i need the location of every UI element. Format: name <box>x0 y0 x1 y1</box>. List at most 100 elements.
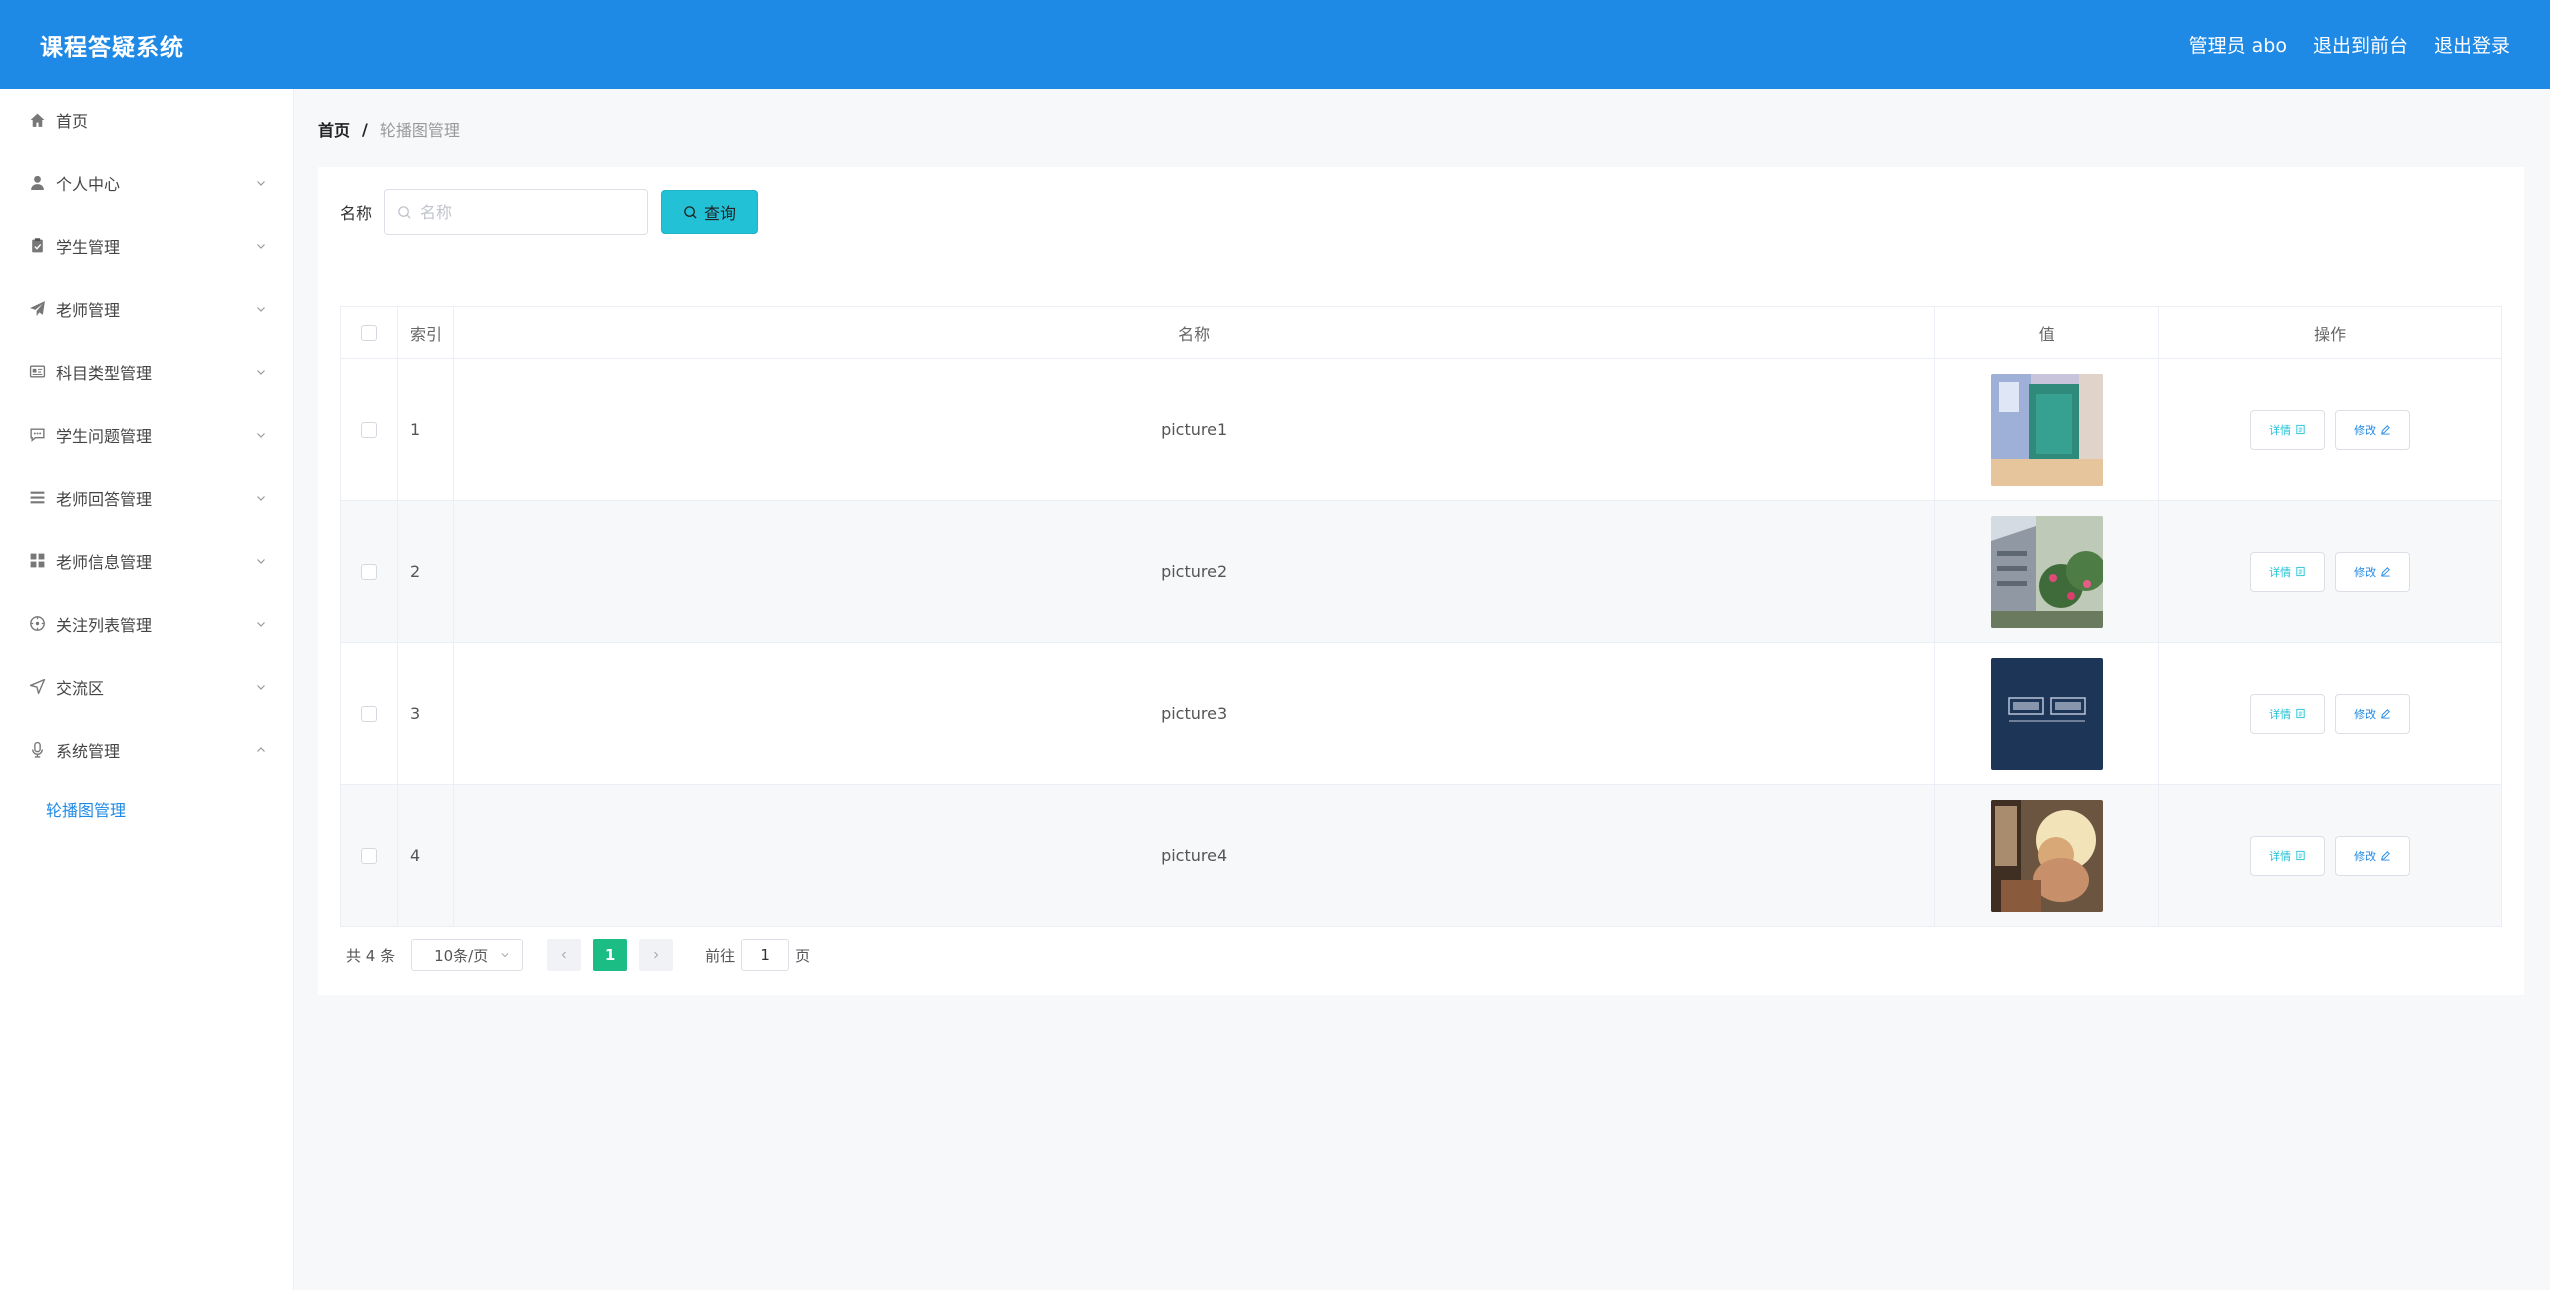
carousel-thumbnail[interactable] <box>1990 373 2103 486</box>
cell-value <box>1935 643 2160 785</box>
sidebar-subitem-carousel[interactable]: 轮播图管理 <box>0 781 293 837</box>
row-checkbox[interactable] <box>360 847 377 864</box>
cell-name: picture4 <box>453 785 1936 927</box>
chevron-down-icon <box>257 369 265 375</box>
cell-name: picture3 <box>453 643 1936 785</box>
location-icon <box>28 678 46 696</box>
breadcrumb: 首页 / 轮播图管理 <box>318 117 460 141</box>
search-form: 名称 查询 <box>340 189 759 235</box>
edit-button[interactable]: 修改 <box>2335 835 2411 876</box>
edit-icon <box>2381 567 2390 577</box>
search-input-wrapper[interactable] <box>384 189 649 235</box>
sidebar-item-personal[interactable]: 个人中心 <box>0 151 293 214</box>
carousel-thumbnail[interactable] <box>1990 657 2103 770</box>
sidebar: 首页 个人中心 学生管理 老师管理 科目类型管理 学生问题管理 老师回答管理 老… <box>0 89 294 1290</box>
select-all-checkbox[interactable] <box>360 324 377 341</box>
sidebar-item-label: 学生问题管理 <box>56 426 153 446</box>
document-icon <box>2296 708 2305 719</box>
sidebar-item-label: 关注列表管理 <box>56 615 153 635</box>
thumbnail-image <box>1990 799 2103 912</box>
search-icon <box>684 205 697 219</box>
chevron-right-icon <box>654 951 659 959</box>
search-label: 名称 <box>340 204 373 223</box>
sidebar-item-teacher-info[interactable]: 老师信息管理 <box>0 529 293 592</box>
page-unit-label: 页 <box>795 946 811 965</box>
breadcrumb-home[interactable]: 首页 <box>318 117 350 141</box>
chevron-left-icon <box>561 951 566 959</box>
search-icon <box>398 205 411 219</box>
breadcrumb-current: 轮播图管理 <box>379 121 460 140</box>
chevron-down-icon <box>257 306 265 312</box>
detail-button[interactable]: 详情 <box>2250 551 2326 592</box>
sidebar-item-teacher-answers[interactable]: 老师回答管理 <box>0 466 293 529</box>
chevron-down-icon <box>257 684 265 690</box>
home-icon <box>28 111 46 129</box>
carousel-thumbnail[interactable] <box>1990 799 2103 912</box>
sidebar-item-label: 学生管理 <box>56 237 121 257</box>
cell-value <box>1935 785 2160 927</box>
send-icon <box>28 300 46 318</box>
cell-actions: 详情 修改 <box>2159 359 2502 501</box>
content-panel: 名称 查询 索引 名称 值 操作 1 picture1 <box>318 167 2524 995</box>
detail-button-label: 详情 <box>2269 565 2292 579</box>
sidebar-item-system[interactable]: 系统管理 <box>0 718 293 781</box>
detail-button[interactable]: 详情 <box>2250 409 2326 450</box>
cell-actions: 详情 修改 <box>2159 501 2502 643</box>
chevron-down-icon <box>257 432 265 438</box>
id-card-icon <box>28 363 46 381</box>
row-checkbox[interactable] <box>360 705 377 722</box>
page-number-current[interactable]: 1 <box>593 939 628 971</box>
chat-icon <box>28 426 46 444</box>
chevron-down-icon <box>257 243 265 249</box>
list-icon <box>28 489 46 507</box>
header-cell-value: 值 <box>1935 307 2160 359</box>
edit-button[interactable]: 修改 <box>2335 409 2411 450</box>
goto-page-input[interactable] <box>741 939 790 971</box>
search-input[interactable] <box>420 202 621 222</box>
header-cell-name: 名称 <box>453 307 1936 359</box>
sidebar-item-student-questions[interactable]: 学生问题管理 <box>0 403 293 466</box>
carousel-thumbnail[interactable] <box>1990 515 2103 628</box>
cell-select <box>341 501 398 643</box>
prev-page-button[interactable] <box>547 939 582 971</box>
detail-button[interactable]: 详情 <box>2250 835 2326 876</box>
page-size-select[interactable]: 10条/页 <box>411 939 524 971</box>
edit-button-label: 修改 <box>2354 849 2377 863</box>
cell-index: 3 <box>397 643 454 785</box>
sidebar-item-home[interactable]: 首页 <box>0 89 293 151</box>
header-cell-select <box>341 307 398 359</box>
edit-button[interactable]: 修改 <box>2335 551 2411 592</box>
document-icon <box>2296 850 2305 861</box>
next-page-button[interactable] <box>639 939 674 971</box>
search-button[interactable]: 查询 <box>661 190 759 234</box>
edit-button-label: 修改 <box>2354 707 2377 721</box>
sidebar-item-label: 系统管理 <box>56 741 121 761</box>
header-cell-index: 索引 <box>397 307 454 359</box>
edit-button[interactable]: 修改 <box>2335 693 2411 734</box>
document-icon <box>2296 424 2305 435</box>
row-checkbox[interactable] <box>360 563 377 580</box>
logout-link[interactable]: 退出登录 <box>2434 31 2510 58</box>
sidebar-item-students[interactable]: 学生管理 <box>0 214 293 277</box>
sidebar-item-label: 老师信息管理 <box>56 552 153 572</box>
row-checkbox[interactable] <box>360 421 377 438</box>
sidebar-item-teachers[interactable]: 老师管理 <box>0 277 293 340</box>
sidebar-item-subject-types[interactable]: 科目类型管理 <box>0 340 293 403</box>
detail-button[interactable]: 详情 <box>2250 693 2326 734</box>
detail-button-label: 详情 <box>2269 423 2292 437</box>
to-front-link[interactable]: 退出到前台 <box>2313 31 2408 58</box>
table-row: 1 picture1 详情 修改 <box>341 359 2502 501</box>
thumbnail-image <box>1990 373 2103 486</box>
edit-button-label: 修改 <box>2354 423 2377 437</box>
cell-select <box>341 359 398 501</box>
table-row: 4 picture4 详情 修改 <box>341 785 2502 927</box>
detail-button-label: 详情 <box>2269 849 2292 863</box>
sidebar-item-forum[interactable]: 交流区 <box>0 655 293 718</box>
cell-value <box>1935 359 2160 501</box>
sidebar-item-follow-list[interactable]: 关注列表管理 <box>0 592 293 655</box>
cell-value <box>1935 501 2160 643</box>
edit-icon <box>2381 851 2390 861</box>
detail-button-label: 详情 <box>2269 707 2292 721</box>
chevron-down-icon <box>257 558 265 564</box>
chevron-down-icon <box>257 495 265 501</box>
